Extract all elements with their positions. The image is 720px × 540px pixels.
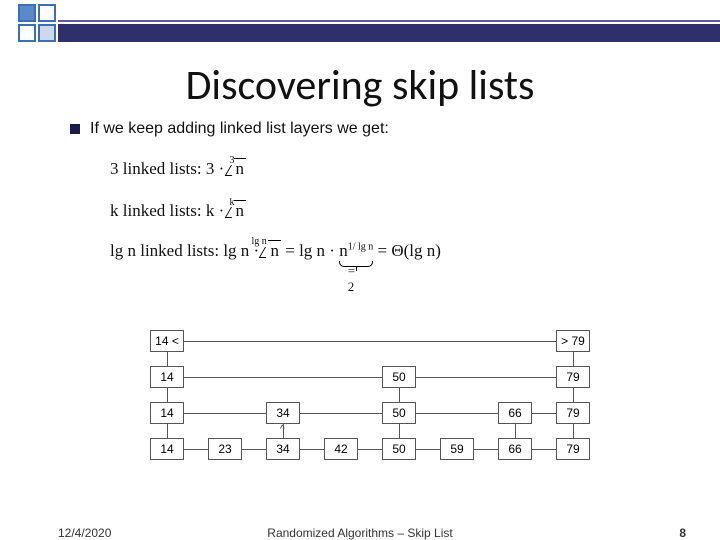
skiplist-arrow <box>300 449 324 450</box>
skiplist-vline <box>399 424 400 438</box>
skiplist-arrow <box>358 449 382 450</box>
skiplist-node: 79 <box>556 402 590 424</box>
header-decor <box>0 0 720 44</box>
skiplist-arrow <box>184 377 382 378</box>
skiplist-arrow <box>184 413 266 414</box>
math-line-k: k linked lists: k · k n <box>110 200 630 221</box>
body: If we keep adding linked list layers we … <box>70 120 660 138</box>
nth-root: lg n n <box>263 240 281 261</box>
math-line-3: 3 linked lists: 3 · 3 n <box>110 158 630 179</box>
skiplist-arrow <box>416 413 498 414</box>
decor-sq-empty <box>18 24 36 42</box>
skiplist-node: 66 <box>498 402 532 424</box>
skiplist-node: 42 <box>324 438 358 460</box>
page-number: 8 <box>679 526 686 540</box>
skiplist-vline <box>399 388 400 402</box>
math-prefix: lg n linked lists: lg n · <box>110 241 263 260</box>
skiplist-vline <box>573 388 574 402</box>
eq: = lg n · <box>285 241 339 260</box>
math-prefix: 3 linked lists: 3 · <box>110 159 229 178</box>
skiplist-arrow <box>184 341 556 342</box>
math-prefix: k linked lists: k · <box>110 201 229 220</box>
slide: Discovering skip lists If we keep adding… <box>0 0 720 540</box>
nth-root: 3 n <box>229 158 247 179</box>
skiplist-node: 66 <box>498 438 532 460</box>
skiplist-arrow <box>532 449 556 450</box>
math-line-lgn: lg n linked lists: lg n · lg n n = lg n … <box>110 240 630 261</box>
skiplist-vline <box>167 388 168 402</box>
skiplist-node: 50 <box>382 438 416 460</box>
radicand: n <box>268 240 281 261</box>
eq-tail: = Θ(lg n) <box>378 241 441 260</box>
skiplist-node: 59 <box>440 438 474 460</box>
root-index: lg n <box>251 236 266 247</box>
underbrace-label: = 2 <box>348 263 365 295</box>
skiplist-vline <box>573 424 574 438</box>
skiplist-node: 34 <box>266 402 300 424</box>
skiplist-node: > 79 <box>556 330 590 352</box>
skiplist-arrow <box>184 449 208 450</box>
skiplist-node: 23 <box>208 438 242 460</box>
skiplist-node: 34 <box>266 438 300 460</box>
skiplist-arrow <box>416 449 440 450</box>
decor-sq-empty <box>38 4 56 22</box>
underbrace: n1/ lg n = 2 <box>339 241 373 261</box>
decor-sq-filled <box>18 4 36 22</box>
skiplist-node: 79 <box>556 438 590 460</box>
page-title: Discovering skip lists <box>0 60 720 111</box>
skiplist-vline <box>573 352 574 366</box>
n-base: n <box>339 241 348 260</box>
skiplist-node: 14 < <box>150 330 184 352</box>
skip-list-diagram: 14 <> 791450791434506679^142334425059667… <box>150 330 590 480</box>
skiplist-node: 14 <box>150 402 184 424</box>
bullet-square-icon <box>70 124 80 134</box>
skiplist-vline <box>515 424 516 438</box>
bullet-row: If we keep adding linked list layers we … <box>70 120 660 138</box>
skiplist-arrow <box>300 413 382 414</box>
decor-bar <box>58 24 720 42</box>
skiplist-arrow <box>532 413 556 414</box>
skiplist-node: 79 <box>556 366 590 388</box>
skiplist-node: 14 <box>150 366 184 388</box>
skiplist-vline <box>283 424 284 438</box>
n-exp: 1/ lg n <box>348 241 374 252</box>
decor-sq-light <box>38 24 56 42</box>
skiplist-arrow <box>474 449 498 450</box>
skiplist-vline <box>167 352 168 366</box>
skiplist-vline <box>167 424 168 438</box>
nth-root: k n <box>229 200 247 221</box>
footer-title: Randomized Algorithms – Skip List <box>0 526 720 540</box>
skiplist-arrow <box>416 377 556 378</box>
skiplist-arrow <box>242 449 266 450</box>
decor-thin-bar <box>58 20 720 22</box>
bullet-text: If we keep adding linked list layers we … <box>90 120 389 138</box>
skiplist-node: 50 <box>382 402 416 424</box>
skiplist-node: 50 <box>382 366 416 388</box>
skiplist-node: 14 <box>150 438 184 460</box>
